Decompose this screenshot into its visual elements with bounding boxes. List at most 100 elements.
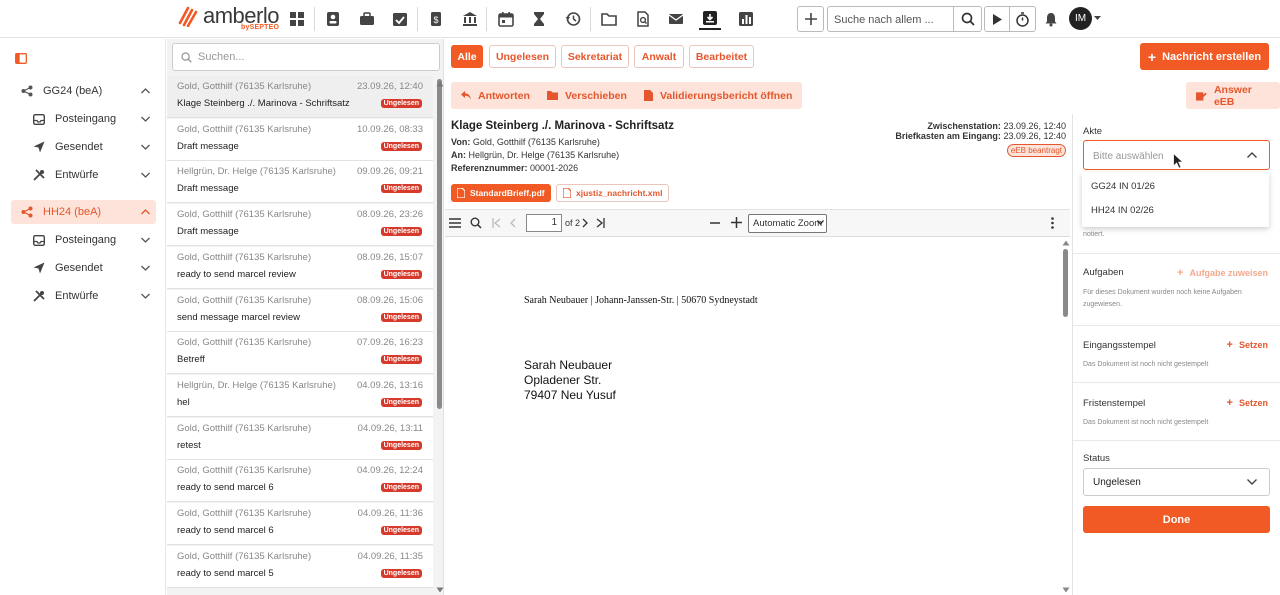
filter-anwalt[interactable]: Anwalt [634, 45, 684, 68]
message-list-item[interactable]: Gold, Gotthilf (76135 Karlsruhe) 23.09.26… [167, 76, 433, 118]
attachment-pdf[interactable]: StandardBrieff.pdf [451, 184, 551, 202]
search-icon[interactable] [470, 217, 482, 229]
chevron-down-icon [1247, 479, 1257, 485]
contacts-icon[interactable] [322, 8, 344, 30]
sidebar-item-posteingang-hh24[interactable]: Posteingang [11, 228, 156, 252]
briefcase-icon[interactable] [356, 8, 378, 30]
message-subject: retest [177, 439, 201, 451]
filter-bearbeitet[interactable]: Bearbeitet [689, 45, 754, 68]
chevron-down-icon[interactable] [1094, 16, 1101, 21]
dashboard-icon[interactable] [286, 8, 308, 30]
message-date: 08.09.26, 23:26 [356, 209, 423, 221]
akte-option[interactable]: HH24 IN 02/26 [1091, 205, 1154, 216]
zoom-out-icon[interactable] [710, 222, 720, 224]
aufgaben-label: Aufgaben [1083, 267, 1124, 278]
edit-document-icon [1196, 91, 1207, 101]
previous-page-icon[interactable] [510, 218, 516, 228]
global-search[interactable]: Suche nach allem ... [827, 6, 982, 32]
global-search-input[interactable]: Suche nach allem ... [828, 7, 953, 31]
set-eingangsstempel-link[interactable]: + Setzen [1227, 339, 1268, 351]
page-number-input[interactable]: 1 [526, 214, 562, 232]
message-list-item[interactable]: Gold, Gotthilf (76135 Karlsruhe) 10.09.26… [167, 118, 433, 161]
sidebar-item-entwuerfe-gg24[interactable]: Entwürfe [11, 163, 156, 187]
history-icon[interactable] [562, 8, 584, 30]
message-list-item[interactable]: Hellgrün, Dr. Helge (76135 Karlsruhe) 04.… [167, 374, 433, 417]
reports-icon[interactable] [735, 8, 757, 30]
next-page-icon[interactable] [582, 218, 588, 228]
last-page-icon[interactable] [596, 218, 605, 228]
user-avatar[interactable]: IM [1069, 7, 1092, 30]
new-message-button[interactable]: + Nachricht erstellen [1140, 43, 1269, 70]
zoom-select[interactable]: Automatic Zoom [748, 214, 827, 233]
document-search-icon[interactable] [632, 8, 654, 30]
status-select[interactable]: Ungelesen [1083, 468, 1270, 496]
message-list-item[interactable]: Gold, Gotthilf (76135 Karlsruhe) 08.09.26… [167, 289, 433, 332]
validation-report-button[interactable]: Validierungsbericht öffnen [634, 82, 803, 109]
set-fristenstempel-link[interactable]: + Setzen [1227, 397, 1268, 409]
zoom-in-icon[interactable] [731, 217, 742, 228]
stopwatch-button[interactable] [1010, 6, 1036, 32]
message-list-item[interactable]: Gold, Gotthilf (76135 Karlsruhe) 07.09.26… [167, 332, 433, 375]
quick-add-button[interactable] [797, 6, 824, 32]
sidebar-item-gesendet-hh24[interactable]: Gesendet [11, 256, 156, 280]
scroll-down-icon[interactable] [1062, 587, 1070, 593]
message-to: An: Hellgrün, Dr. Helge (76135 Karlsruhe… [451, 150, 620, 160]
message-list-item[interactable]: Hellgrün, Dr. Helge (76135 Karlsruhe) 09.… [167, 161, 433, 204]
answer-eeb-button[interactable]: Answer eEB [1186, 82, 1280, 109]
folder-icon[interactable] [598, 8, 620, 30]
mail-icon[interactable] [665, 8, 687, 30]
bell-icon[interactable] [1040, 8, 1062, 30]
sidebar-item-posteingang-gg24[interactable]: Posteingang [11, 107, 156, 131]
sidebar-toggle-icon[interactable] [15, 53, 27, 64]
done-button[interactable]: Done [1083, 506, 1270, 533]
message-list-item[interactable]: Gold, Gotthilf (76135 Karlsruhe) 04.09.26… [167, 503, 433, 545]
list-search-input[interactable]: Suchen... [172, 43, 440, 71]
pdf-toolbar: 1 of 2 Automatic Zoom [445, 209, 1070, 237]
scroll-up-icon[interactable] [436, 81, 444, 87]
reply-button[interactable]: Antworten [451, 82, 540, 109]
message-header: Klage Steinberg ./. Marinova - Schriftsa… [445, 114, 1070, 178]
bank-icon[interactable] [459, 8, 481, 30]
attachment-xml[interactable]: xjustiz_nachricht.xml [556, 184, 670, 202]
message-subject: send message marcel review [177, 311, 301, 323]
scroll-down-icon[interactable] [436, 587, 444, 593]
message-date: 04.09.26, 13:11 [357, 422, 423, 434]
play-icon [993, 13, 1002, 25]
first-page-icon[interactable] [492, 218, 501, 228]
search-button[interactable] [953, 7, 981, 31]
sidebar-item-entwuerfe-hh24[interactable]: Entwürfe [11, 284, 156, 308]
message-list-item[interactable]: Gold, Gotthilf (76135 Karlsruhe) 08.09.26… [167, 246, 433, 289]
filter-ungelesen[interactable]: Ungelesen [489, 45, 556, 68]
sidebar-item-gesendet-gg24[interactable]: Gesendet [11, 135, 156, 159]
chevron-up-icon [141, 209, 150, 215]
message-list-item[interactable]: Gold, Gotthilf (76135 Karlsruhe) 04.09.26… [167, 545, 433, 588]
list-scrollbar[interactable] [437, 79, 442, 409]
page-count: of 2 [565, 218, 581, 228]
assign-task-link[interactable]: + Aufgabe zuweisen [1177, 267, 1268, 279]
unread-badge: Ungelesen [380, 227, 422, 237]
scroll-up-icon[interactable] [1062, 240, 1070, 246]
tasks-icon[interactable] [389, 8, 411, 30]
hourglass-icon[interactable] [528, 8, 550, 30]
pdf-scrollbar[interactable] [1063, 249, 1068, 317]
move-button[interactable]: Verschieben [537, 82, 637, 109]
message-list-item[interactable]: Gold, Gotthilf (76135 Karlsruhe) 04.09.26… [167, 417, 433, 460]
pdf-address-line: 79407 Neu Yusuf [524, 388, 616, 402]
akte-option[interactable]: GG24 IN 01/26 [1091, 181, 1155, 192]
eingangsstempel-text: Das Dokument ist noch nicht gestempelt [1083, 361, 1209, 368]
sidebar-menu-icon[interactable] [449, 218, 461, 228]
message-list-item[interactable]: Gold, Gotthilf (76135 Karlsruhe) 04.09.26… [167, 460, 433, 503]
calendar-icon[interactable] [495, 8, 517, 30]
sidebar-account-gg24[interactable]: GG24 (beA) [11, 79, 156, 103]
filter-sekretariat[interactable]: Sekretariat [561, 45, 629, 68]
more-options-icon[interactable] [1051, 217, 1054, 229]
document-icon [644, 90, 653, 101]
filter-alle[interactable]: Alle [451, 45, 483, 68]
amberlo-logo[interactable]: amberlo bySEPTEO [178, 4, 279, 34]
message-briefkasten: Briefkasten am Eingang: 23.09.26, 12:40 [895, 131, 1066, 141]
timer-start-button[interactable] [984, 6, 1010, 32]
bea-inbox-icon[interactable] [699, 8, 721, 30]
message-list-item[interactable]: Gold, Gotthilf (76135 Karlsruhe) 08.09.26… [167, 204, 433, 247]
invoice-icon[interactable]: $ [425, 8, 447, 30]
sidebar-account-hh24[interactable]: HH24 (beA) [11, 200, 156, 224]
